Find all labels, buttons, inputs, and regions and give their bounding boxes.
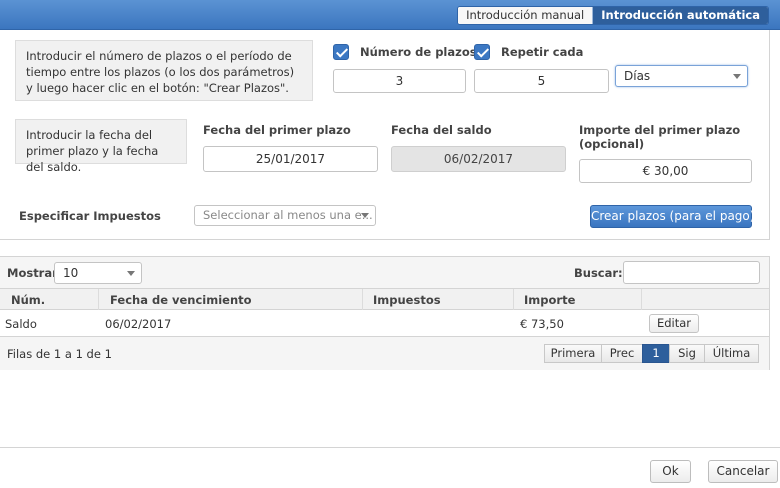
- crear-plazos-button[interactable]: Crear plazos (para el pago): [590, 205, 754, 228]
- chevron-down-icon: [733, 74, 741, 79]
- period-unit-select[interactable]: Días: [615, 65, 748, 87]
- page-first-button[interactable]: Primera: [544, 344, 602, 363]
- impuestos-placeholder: Seleccionar al menos una e...: [203, 208, 373, 222]
- page-size-value: 10: [63, 266, 79, 280]
- chevron-down-icon: [361, 213, 369, 218]
- importe-input[interactable]: € 30,00: [579, 159, 752, 183]
- repetir-label: Repetir cada: [501, 45, 584, 59]
- period-unit-value: Días: [624, 69, 651, 83]
- edit-row-button[interactable]: Editar: [649, 314, 699, 333]
- saldo-date-input: 06/02/2017: [391, 146, 566, 172]
- table-toolbar: Mostrar 10 Buscar:: [0, 257, 769, 289]
- header-bar: Introducción manual Introducción automát…: [0, 0, 780, 30]
- num-plazos-input[interactable]: 3: [333, 69, 466, 93]
- page-last-button[interactable]: Última: [704, 344, 759, 363]
- column-header-impuestos[interactable]: Impuestos: [373, 293, 441, 307]
- num-plazos-label: Número de plazos: [360, 45, 477, 59]
- page-size-select[interactable]: 10: [54, 262, 142, 284]
- page-prev-button[interactable]: Prec: [601, 344, 643, 363]
- dialog-footer-divider: [0, 447, 780, 448]
- table-header: Núm. Fecha de vencimiento Impuestos Impo…: [0, 289, 769, 310]
- plazos-info-box: Introducir el número de plazos o el perí…: [15, 40, 313, 101]
- importe-label: Importe del primer plazo: [579, 123, 741, 137]
- show-label: Mostrar: [7, 266, 58, 280]
- table-row[interactable]: Saldo 06/02/2017 € 73,50 Editar: [0, 310, 769, 337]
- impuestos-label: Especificar Impuestos: [19, 209, 161, 223]
- ok-button[interactable]: Ok: [650, 460, 691, 483]
- impuestos-select[interactable]: Seleccionar al menos una e...: [194, 205, 376, 226]
- entry-mode-toggle: Introducción manual Introducción automát…: [457, 6, 769, 25]
- importe-optional-label: (opcional): [579, 137, 645, 151]
- page-next-button[interactable]: Sig: [669, 344, 705, 363]
- search-input[interactable]: [623, 261, 760, 284]
- cell-fecha: 06/02/2017: [105, 317, 172, 331]
- pagination: Primera Prec 1 Sig Última: [544, 344, 759, 363]
- cell-importe: € 73,50: [520, 317, 564, 331]
- chevron-down-icon: [127, 271, 135, 276]
- page-current-button[interactable]: 1: [642, 344, 670, 363]
- fechas-info-box: Introducir la fecha del primer plazo y l…: [15, 119, 187, 174]
- num-plazos-checkbox[interactable]: [333, 44, 349, 60]
- column-header-importe[interactable]: Importe: [524, 293, 575, 307]
- search-label: Buscar:: [574, 266, 623, 280]
- column-header-num[interactable]: Núm.: [11, 293, 45, 307]
- manual-entry-option[interactable]: Introducción manual: [458, 7, 594, 24]
- column-header-fecha[interactable]: Fecha de vencimiento: [110, 293, 252, 307]
- table-footer: Filas de 1 a 1 de 1 Primera Prec 1 Sig Ú…: [0, 337, 769, 370]
- repetir-input[interactable]: 5: [474, 69, 609, 93]
- rows-info: Filas de 1 a 1 de 1: [7, 347, 112, 361]
- cell-num: Saldo: [5, 317, 37, 331]
- installments-table: Mostrar 10 Buscar: Núm. Fecha de vencimi…: [0, 256, 770, 370]
- repetir-checkbox[interactable]: [474, 44, 490, 60]
- cancel-button[interactable]: Cancelar: [708, 460, 778, 483]
- primer-plazo-date-input[interactable]: 25/01/2017: [203, 146, 378, 172]
- installments-form: Introducir el número de plazos o el perí…: [0, 30, 770, 240]
- saldo-label: Fecha del saldo: [391, 123, 492, 137]
- primer-plazo-label: Fecha del primer plazo: [203, 123, 351, 137]
- automatic-entry-option[interactable]: Introducción automática: [593, 7, 768, 24]
